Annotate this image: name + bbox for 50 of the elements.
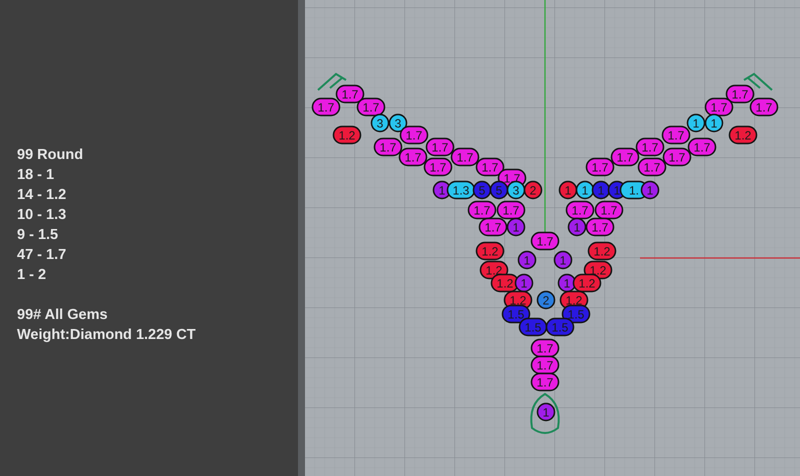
gem-marker: 1.7: [688, 138, 716, 156]
gem-marker: 1.7: [610, 148, 640, 166]
gem-marker: 1.3: [446, 180, 476, 200]
gem-marker: 1.7: [336, 84, 364, 104]
gem-marker: 1.7: [496, 200, 526, 220]
gem-marker: 1.7: [312, 98, 340, 116]
setting-wire-drawing: [743, 72, 773, 91]
gem-count-text: 9 - 1.5: [17, 226, 58, 245]
gem-marker: 1.2: [476, 242, 504, 260]
gem-marker: 1.7: [704, 98, 734, 116]
gem-marker: 1.7: [476, 158, 504, 176]
gem-marker: 1.7: [636, 138, 664, 156]
gem-count-text: 99 Round: [17, 146, 84, 165]
gem-count-text: 1 - 2: [17, 266, 46, 285]
setting-wire-drawing: [317, 72, 347, 91]
gem-marker: 1.7: [468, 200, 496, 220]
gem-marker: 1.7: [398, 148, 428, 166]
gem-marker: 1.7: [750, 98, 778, 116]
gem-marker: 1.5: [518, 318, 548, 336]
gem-marker: 1.7: [450, 148, 480, 166]
gem-marker: 1.7: [374, 138, 402, 156]
gem-marker: 1.7: [530, 356, 560, 374]
gem-count-text: 18 - 1: [17, 166, 54, 185]
gem-marker: 1.7: [356, 98, 386, 116]
gem-marker: 1.7: [662, 148, 692, 166]
gem-count-text: 47 - 1.7: [17, 246, 66, 265]
setting-wire-drawing: [530, 393, 560, 434]
gem-marker: 1.7: [586, 218, 614, 236]
gem-marker: 1.2: [332, 126, 362, 144]
gem-marker: 1.7: [400, 126, 428, 144]
gem-marker: 1.7: [726, 84, 754, 104]
gem-marker: 1.7: [594, 200, 624, 220]
gem-count-text: 10 - 1.3: [17, 206, 66, 225]
gem-marker: 1.7: [530, 372, 560, 392]
gem-marker: 1.7: [530, 232, 560, 250]
gem-count-text: 14 - 1.2: [17, 186, 66, 205]
gem-marker: 1.2: [728, 126, 758, 144]
gem-marker: 1.7: [662, 126, 690, 144]
gem-marker: 1.7: [426, 138, 454, 156]
gem-marker: 1.2: [572, 274, 602, 292]
gem-marker: 1.2: [588, 242, 616, 260]
total-weight-text: 99# All Gems: [17, 306, 108, 325]
gem-marker: 1.7: [566, 200, 594, 220]
gem-marker: 1.7: [424, 158, 452, 176]
gem-marker: 1.5: [546, 318, 574, 336]
gem-marker: 1.7: [638, 158, 666, 176]
total-weight-text: Weight:Diamond 1.229 CT: [17, 326, 196, 345]
gem-marker: 1.7: [478, 218, 508, 236]
gem-marker: 1.7: [586, 158, 614, 176]
gem-marker: 1.7: [530, 338, 560, 358]
